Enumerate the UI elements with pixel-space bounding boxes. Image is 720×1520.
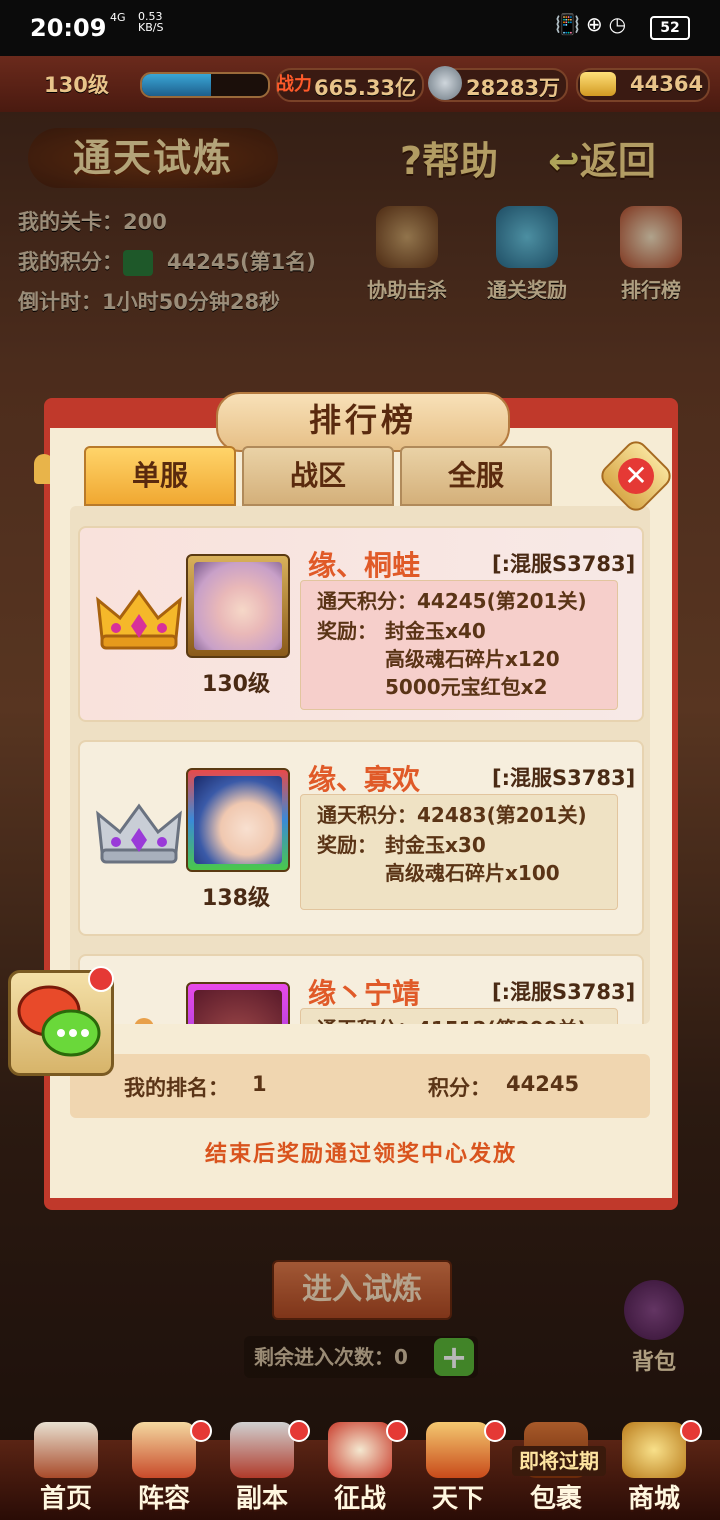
nav-campaign-label: 征战 [333,1484,386,1514]
xp-bar [140,72,270,98]
close-icon: ✕ [618,458,654,494]
entry-detail: 通天积分：44245(第201关) 奖励： 封金玉x40 高级魂石碎片x120 … [300,580,618,710]
avatar [194,776,282,864]
avatar-frame[interactable] [186,554,290,658]
home-icon [34,1422,98,1478]
entry-reward: 高级魂石碎片x100 [385,861,560,885]
target-icon [328,1422,392,1478]
entry-server: [:混服S3783] [492,766,636,790]
tab-single-server[interactable]: 单服 [84,446,236,506]
power-value: 665.33亿 [314,76,417,100]
entry-reward-label: 奖励： [317,833,377,857]
ranking-list[interactable]: 130级 缘、桐蛙 [:混服S3783] 通天积分：44245(第201关) 奖… [70,506,650,1024]
entry-reward-label: 奖励： [317,619,377,643]
bronze-crown-icon [134,1018,154,1024]
entry-name: 缘、寡欢 [308,763,421,796]
tab-war-zone[interactable]: 战区 [242,446,394,506]
my-score-label: 积分： [428,1076,491,1100]
nav-home-label: 首页 [39,1484,92,1514]
flag-icon [132,1422,196,1478]
entry-detail: 通天积分：42483(第201关) 奖励： 封金玉x30 高级魂石碎片x100 [300,794,618,910]
coins-pill: 28283万 [428,66,568,102]
modal-title: 排行榜 [216,392,510,452]
player-level: 130级 [44,73,109,97]
avatar [194,990,282,1024]
scroll-map-icon [426,1422,490,1478]
entry-name: 缘、桐蛙 [308,549,421,582]
entry-level: 130级 [202,672,270,697]
entry-reward: 封金玉x30 [385,833,486,857]
expire-badge: 即将过期 [512,1446,606,1476]
list-item: 130级 缘、桐蛙 [:混服S3783] 通天积分：44245(第201关) 奖… [78,526,644,722]
swords-icon [230,1422,294,1478]
entry-reward: 封金玉x40 [385,619,486,643]
my-score-value: 44245 [506,1072,580,1096]
status-bar: 20:09 4G 0.53 KB/S 📳⊕◷ 52 [0,0,720,56]
entry-score: 通天积分：42483(第201关) [317,803,587,827]
entry-reward: 高级魂石碎片x120 [385,647,560,671]
coin-icon [428,66,462,100]
gold-pill: 44364 [576,68,710,102]
gold-crown-icon [96,589,182,650]
notification-dot [190,1420,212,1442]
silver-crown-icon [96,803,182,864]
tab-all-servers[interactable]: 全服 [400,446,552,506]
entry-score: 通天积分：44245(第201关) [317,589,587,613]
shop-icon [622,1422,686,1478]
chat-icon [17,985,101,1057]
entry-reward: 5000元宝红包x2 [385,675,548,699]
network-type: 4G [110,11,126,24]
coins-value: 28283万 [466,76,561,100]
my-rank-bar: 我的排名： 1 积分： 44245 [70,1054,650,1118]
resource-bar: 130级 战力 665.33亿 28283万 44364 [0,56,720,114]
entry-server: [:混服S3783] [492,980,636,1004]
entry-server: [:混服S3783] [492,552,636,576]
gold-value: 44364 [630,72,704,96]
gold-ingot-icon [580,72,616,96]
entry-score: 通天积分：41512(第200关) [317,1013,587,1024]
entry-detail: 通天积分：41512(第200关) [300,1008,618,1024]
battery-icon: 52 [650,16,690,40]
entry-level: 138级 [202,886,270,911]
nav-lineup-label: 阵容 [137,1484,190,1514]
notification-dot [386,1420,408,1442]
power-pill: 战力 665.33亿 [276,68,424,102]
entry-name: 缘丶宁靖 [308,977,421,1010]
nav-home[interactable]: 首页 [18,1422,114,1520]
notification-dot [680,1420,702,1442]
my-rank-label: 我的排名： [124,1076,229,1100]
nav-world-label: 天下 [431,1484,484,1514]
nav-shop-label: 商城 [627,1484,680,1514]
ranking-modal: 排行榜 单服 战区 全服 130级 缘、桐蛙 [:混服S3783] 通天积分：4… [34,392,678,1218]
nav-inventory-label: 包裹 [529,1484,582,1514]
status-time: 20:09 [30,14,107,42]
avatar-frame[interactable] [186,982,290,1024]
notification-dot [288,1420,310,1442]
list-item: 缘丶宁靖 [:混服S3783] 通天积分：41512(第200关) [78,954,644,1024]
avatar [194,562,282,650]
status-icons: 📳⊕◷ [555,12,633,36]
xp-fill [142,74,212,96]
list-item: 138级 缘、寡欢 [:混服S3783] 通天积分：42483(第201关) 奖… [78,740,644,936]
notification-dot [88,966,114,992]
notification-dot [484,1420,506,1442]
my-rank-value: 1 [252,1072,267,1096]
net-speed-unit: KB/S [138,21,164,34]
avatar-frame[interactable] [186,768,290,872]
power-icon: 战力 [276,74,312,95]
reward-note: 结束后奖励通过领奖中心发放 [204,1142,517,1167]
nav-dungeon-label: 副本 [235,1484,288,1514]
